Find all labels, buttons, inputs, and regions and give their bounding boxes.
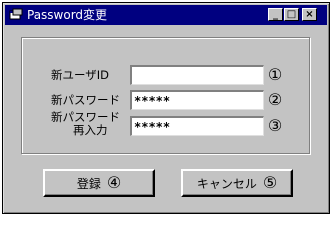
- password-change-dialog: Password変更 _ □ × 新ユーザID ① 新パスワード ② 新パスワー…: [2, 2, 330, 214]
- user-id-input[interactable]: [130, 65, 264, 85]
- cancel-marker: ⑤: [262, 173, 278, 192]
- close-icon: ×: [305, 9, 314, 20]
- user-id-label: 新ユーザID: [51, 68, 110, 82]
- register-button-label: 登録: [76, 176, 101, 191]
- app-window-icon: [9, 8, 23, 20]
- minimize-button[interactable]: _: [268, 8, 283, 21]
- register-marker: ④: [106, 173, 122, 192]
- minimize-icon: _: [273, 9, 278, 20]
- new-password-label: 新パスワード: [51, 93, 120, 107]
- confirm-password-marker: ③: [267, 116, 283, 135]
- maximize-button[interactable]: □: [284, 8, 299, 21]
- cancel-button-label: キャンセル: [196, 176, 257, 191]
- register-button[interactable]: 登録 ④: [43, 169, 155, 197]
- close-button[interactable]: ×: [302, 8, 317, 21]
- cancel-button[interactable]: キャンセル ⑤: [181, 169, 293, 197]
- new-password-marker: ②: [267, 90, 283, 109]
- title-bar[interactable]: Password変更 _ □ ×: [5, 5, 327, 25]
- user-id-marker: ①: [267, 65, 283, 84]
- confirm-password-input[interactable]: [130, 116, 264, 136]
- confirm-password-label-line2: 再入力: [73, 123, 108, 137]
- maximize-icon: □: [286, 9, 297, 20]
- window-title: Password変更: [27, 8, 108, 22]
- new-password-input[interactable]: [130, 90, 264, 110]
- confirm-password-label-line1: 新パスワード: [51, 110, 120, 124]
